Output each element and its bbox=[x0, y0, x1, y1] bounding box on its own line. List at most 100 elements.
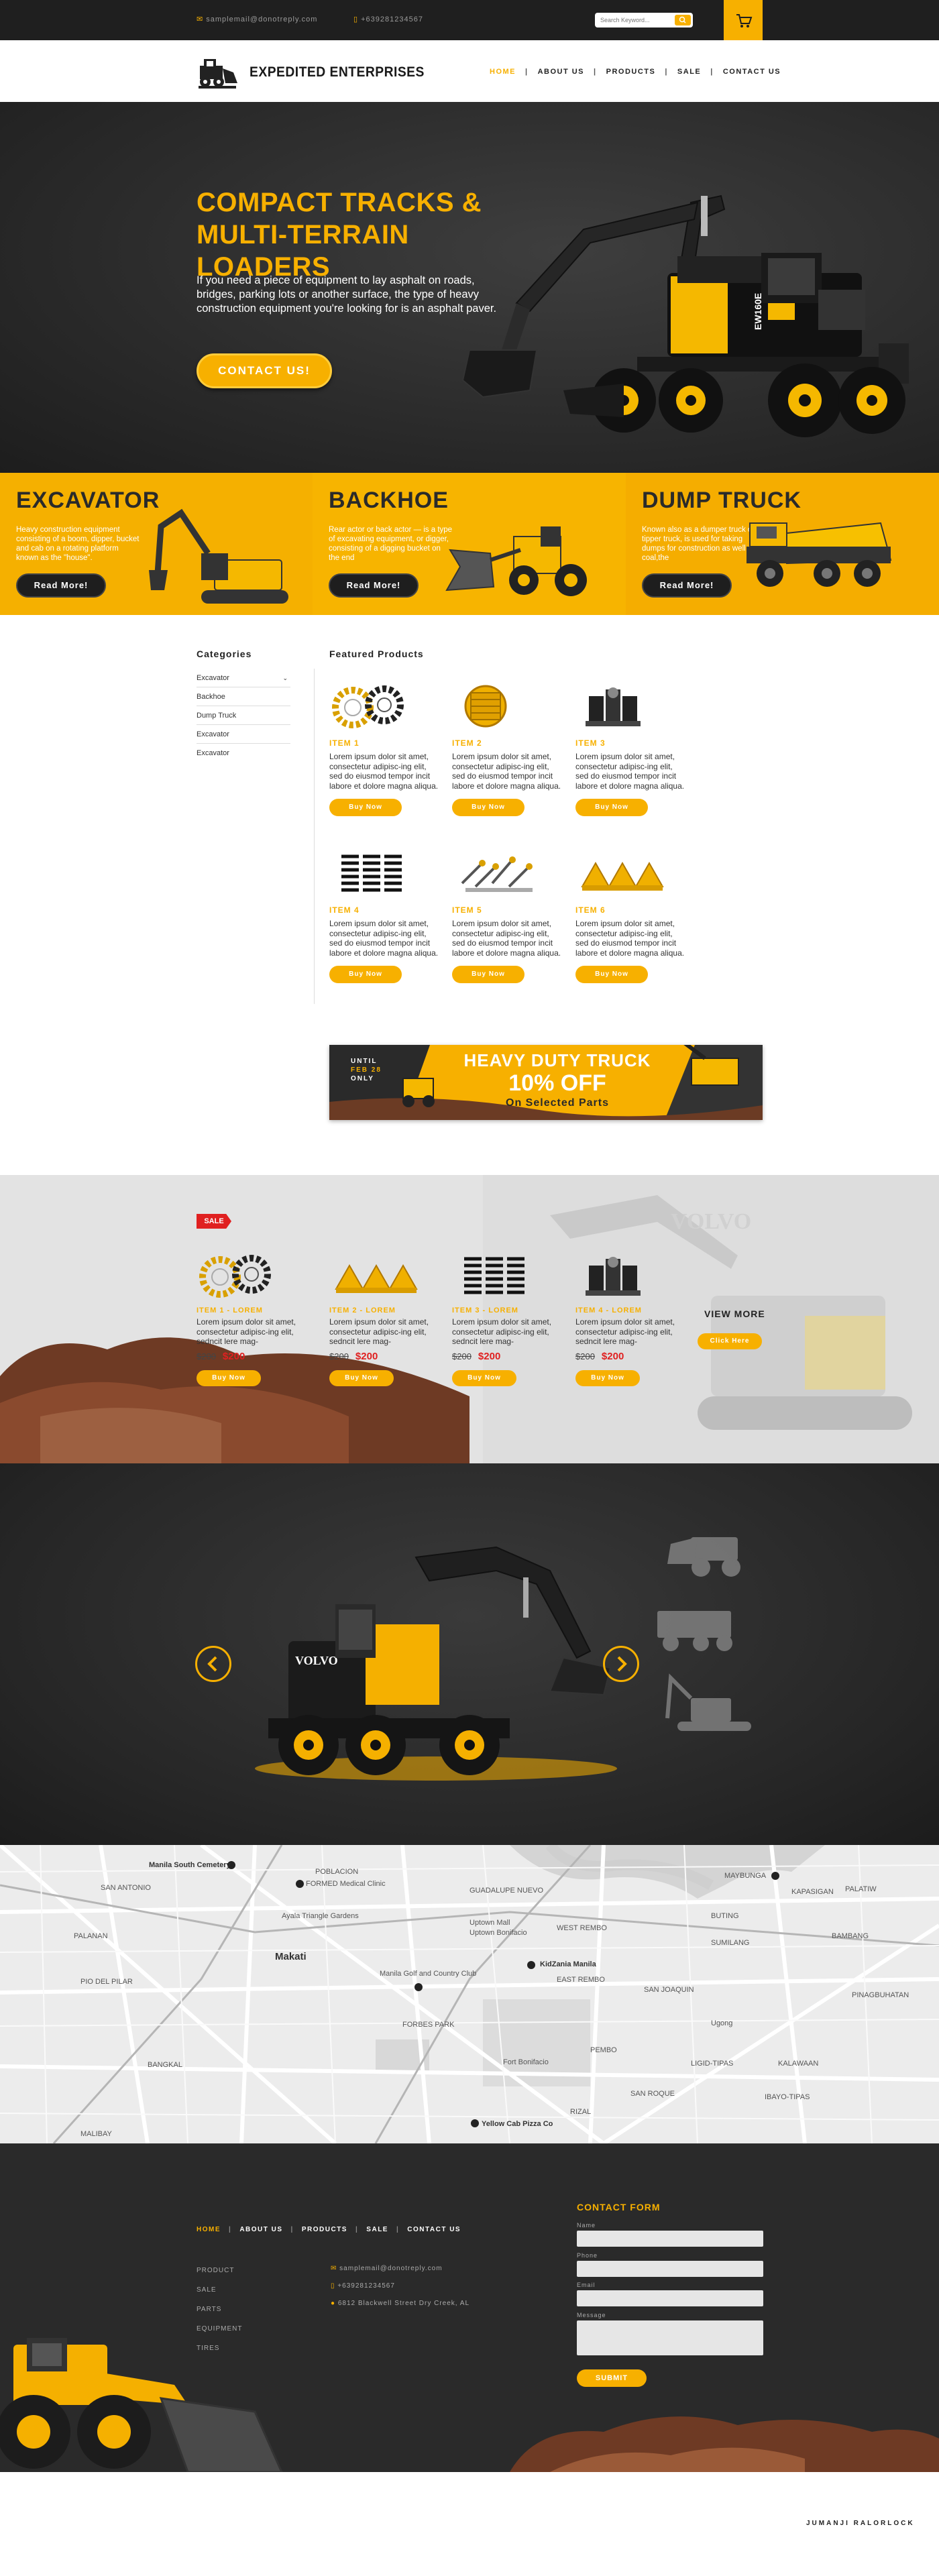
category-item-backhoe[interactable]: Backhoe bbox=[197, 687, 290, 706]
buy-now-button[interactable]: Buy Now bbox=[329, 1369, 394, 1386]
product-name[interactable]: ITEM 4 bbox=[329, 905, 440, 915]
footer-nav-about[interactable]: ABOUT US bbox=[239, 2226, 282, 2233]
product-image[interactable] bbox=[329, 679, 440, 733]
nav-sale[interactable]: SALE bbox=[677, 68, 701, 76]
product-description: Lorem ipsum dolor sit amet, consectetur … bbox=[575, 1317, 675, 1346]
product-name[interactable]: ITEM 4 - LOREM bbox=[575, 1306, 686, 1314]
product-image[interactable] bbox=[575, 846, 686, 900]
sale-price: $200 bbox=[355, 1350, 378, 1362]
category-item-excavator[interactable]: Excavator ⌄ bbox=[197, 669, 290, 687]
view-more-button[interactable]: Click Here bbox=[698, 1333, 762, 1349]
location-map[interactable]: Manila South Cemetery FORMED Medical Cli… bbox=[0, 1845, 939, 2143]
buy-now-button[interactable]: Buy Now bbox=[452, 799, 524, 816]
product-description: Lorem ipsum dolor sit amet, consectetur … bbox=[329, 919, 439, 958]
product-name[interactable]: ITEM 3 bbox=[575, 738, 686, 748]
contact-us-button[interactable]: CONTACT US! bbox=[197, 353, 332, 388]
topbar-phone[interactable]: ▯ +639281234567 bbox=[353, 15, 423, 23]
email-field[interactable] bbox=[577, 2290, 763, 2306]
phone-field[interactable] bbox=[577, 2261, 763, 2277]
footer-email[interactable]: ✉ samplemail@donotreply.com bbox=[331, 2265, 443, 2272]
slider-next-button[interactable] bbox=[603, 1646, 639, 1682]
search-button[interactable] bbox=[675, 15, 691, 25]
product-name[interactable]: ITEM 5 bbox=[452, 905, 563, 915]
buy-now-button[interactable]: Buy Now bbox=[575, 799, 648, 816]
footer-phone[interactable]: ▯ +639281234567 bbox=[331, 2282, 395, 2290]
map-label: Fort Bonifacio bbox=[503, 2058, 549, 2066]
footer-link-sale[interactable]: SALE bbox=[197, 2286, 217, 2294]
footer-nav-contact[interactable]: CONTACT US bbox=[407, 2226, 461, 2233]
footer-nav-products[interactable]: PRODUCTS bbox=[302, 2226, 347, 2233]
topbar-email[interactable]: ✉ samplemail@donotreply.com bbox=[197, 15, 317, 23]
product-image[interactable] bbox=[575, 679, 686, 733]
product-image[interactable] bbox=[452, 1249, 563, 1302]
footer-link-product[interactable]: PRODUCT bbox=[197, 2267, 234, 2274]
product-description: Lorem ipsum dolor sit amet, consectetur … bbox=[329, 752, 439, 791]
buy-now-button[interactable]: Buy Now bbox=[329, 966, 402, 983]
product-image[interactable] bbox=[452, 846, 563, 900]
bolts-kit-icon bbox=[461, 856, 533, 892]
site-header bbox=[0, 40, 939, 102]
product-name[interactable]: ITEM 2 - LOREM bbox=[329, 1306, 440, 1314]
category-item-dump-truck[interactable]: Dump Truck bbox=[197, 706, 290, 725]
buy-now-button[interactable]: Buy Now bbox=[575, 1369, 640, 1386]
footer-nav-home[interactable]: HOME bbox=[197, 2226, 221, 2233]
category-card-backhoe[interactable]: BACKHOE Rear actor or back actor — is a … bbox=[313, 473, 626, 615]
buy-now-button[interactable]: Buy Now bbox=[452, 966, 524, 983]
submit-button[interactable]: SUBMIT bbox=[577, 2369, 647, 2387]
nav-separator: | bbox=[355, 2226, 359, 2233]
buy-now-button[interactable]: Buy Now bbox=[575, 966, 648, 983]
product-image[interactable] bbox=[329, 846, 440, 900]
map-label: EAST REMBO bbox=[557, 1976, 605, 1984]
promo-banner[interactable]: UNTIL FEB 28 ONLY HEAVY DUTY TRUCK 10% O… bbox=[329, 1045, 763, 1120]
search-input[interactable] bbox=[595, 13, 667, 27]
old-price: $200 bbox=[329, 1351, 349, 1361]
category-item-excavator[interactable]: Excavator bbox=[197, 725, 290, 744]
footer-link-parts[interactable]: PARTS bbox=[197, 2306, 221, 2313]
buy-now-button[interactable]: Buy Now bbox=[452, 1369, 516, 1386]
nav-contact[interactable]: CONTACT US bbox=[723, 68, 781, 76]
map-label: FORMED Medical Clinic bbox=[306, 1880, 386, 1888]
product-image[interactable] bbox=[329, 1249, 440, 1302]
footer-nav-sale[interactable]: SALE bbox=[366, 2226, 388, 2233]
product-name[interactable]: ITEM 2 bbox=[452, 738, 563, 748]
category-card-dump-truck[interactable]: DUMP TRUCK Known also as a dumper truck … bbox=[626, 473, 939, 615]
category-card-excavator[interactable]: EXCAVATOR Heavy construction equipment c… bbox=[0, 473, 313, 615]
product-name[interactable]: ITEM 6 bbox=[575, 905, 686, 915]
contact-form-title: CONTACT FORM bbox=[577, 2202, 661, 2213]
map-label: BUTING bbox=[711, 1912, 739, 1920]
product-name[interactable]: ITEM 1 - LOREM bbox=[197, 1306, 307, 1314]
category-item-excavator[interactable]: Excavator bbox=[197, 744, 290, 763]
logo-loader-icon[interactable] bbox=[196, 54, 239, 90]
map-label: POBLACION bbox=[315, 1868, 359, 1876]
nav-about[interactable]: ABOUT US bbox=[538, 68, 584, 76]
product-name[interactable]: ITEM 1 bbox=[329, 738, 440, 748]
buy-now-button[interactable]: Buy Now bbox=[197, 1369, 261, 1386]
slider-prev-button[interactable] bbox=[195, 1646, 231, 1682]
buy-now-button[interactable]: Buy Now bbox=[329, 799, 402, 816]
hero-text: If you need a piece of equipment to lay … bbox=[197, 274, 497, 315]
nav-home[interactable]: HOME bbox=[490, 68, 516, 76]
product-image[interactable] bbox=[197, 1249, 307, 1302]
message-field[interactable] bbox=[577, 2320, 763, 2355]
chevron-right-icon bbox=[617, 1656, 627, 1672]
footer-link-equipment[interactable]: EQUIPMENT bbox=[197, 2325, 242, 2333]
product-image[interactable] bbox=[452, 679, 563, 733]
map-label: RIZAL bbox=[570, 2108, 592, 2116]
promo-headline: HEAVY DUTY TRUCK bbox=[463, 1050, 651, 1070]
brand-name[interactable]: EXPEDITED ENTERPRISES bbox=[250, 64, 425, 80]
categories-list: Excavator ⌄ Backhoe Dump Truck Excavator … bbox=[197, 669, 290, 763]
nav-products[interactable]: PRODUCTS bbox=[606, 68, 656, 76]
map-label: PIO DEL PILAR bbox=[80, 1978, 133, 1986]
name-field[interactable] bbox=[577, 2231, 763, 2247]
chevron-down-icon: ⌄ bbox=[282, 675, 288, 681]
old-price: $200 bbox=[452, 1351, 472, 1361]
track-roller-icon bbox=[586, 687, 641, 726]
footer-link-tires[interactable]: TIRES bbox=[197, 2345, 219, 2352]
product-image[interactable] bbox=[575, 1249, 686, 1302]
sale-product-card: ITEM 4 - LOREM Lorem ipsum dolor sit ame… bbox=[575, 1249, 686, 1386]
sale-price: $200 bbox=[601, 1350, 624, 1362]
cart-button[interactable] bbox=[724, 0, 763, 40]
product-name[interactable]: ITEM 3 - LOREM bbox=[452, 1306, 563, 1314]
name-label: Name bbox=[577, 2222, 596, 2229]
product-description: Lorem ipsum dolor sit amet, consectetur … bbox=[575, 752, 685, 791]
